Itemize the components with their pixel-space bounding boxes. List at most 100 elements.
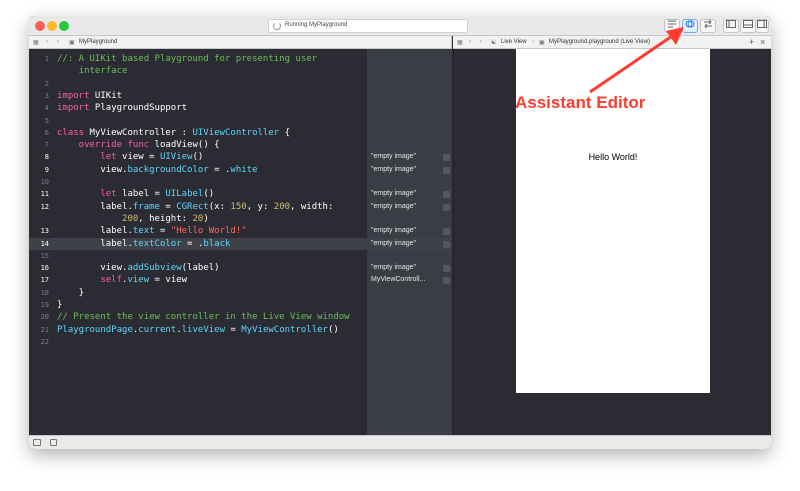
code-line[interactable]: 6 class MyViewController : UIViewControll… bbox=[29, 127, 452, 139]
code-text: } bbox=[57, 300, 63, 310]
code-text: //: A UIKit based Playground for present… bbox=[57, 54, 318, 64]
line-number: 18 bbox=[40, 288, 49, 297]
live-view-icon: ☯ bbox=[491, 40, 497, 46]
code-text: 200, height: 20) bbox=[122, 213, 209, 224]
code-line[interactable]: 5 bbox=[29, 115, 452, 127]
separator-chevron-icon: › bbox=[532, 39, 534, 45]
code-text: // Present the view controller in the Li… bbox=[57, 312, 350, 323]
result-value[interactable]: MyViewControll... bbox=[371, 274, 450, 286]
line-number: 1 bbox=[44, 55, 49, 63]
code-line[interactable]: 19} bbox=[29, 299, 452, 311]
code-text: label.textColor = .black bbox=[57, 238, 231, 249]
quick-look-icon[interactable] bbox=[443, 191, 450, 199]
code-line[interactable]: 200, height: 20) bbox=[29, 213, 452, 225]
result-value[interactable]: "empty image" bbox=[371, 262, 450, 274]
playground-file-icon: ▣ bbox=[539, 40, 545, 46]
code-line[interactable]: 15 bbox=[29, 250, 452, 262]
line-number: 3 bbox=[44, 91, 49, 100]
line-number: 2 bbox=[44, 79, 49, 88]
forward-chevron-icon[interactable]: › bbox=[480, 39, 482, 45]
quick-look-icon[interactable] bbox=[443, 277, 450, 285]
activity-spinner-icon bbox=[273, 22, 281, 30]
bottom-panel-icon bbox=[743, 20, 753, 28]
quick-look-icon[interactable] bbox=[443, 228, 450, 236]
code-line[interactable]: 22 bbox=[29, 336, 452, 348]
code-text: self.view = view bbox=[57, 275, 188, 286]
code-line[interactable]: 18 } bbox=[29, 287, 452, 299]
code-line[interactable]: 1 //: A UIKit based Playground for presen… bbox=[29, 53, 452, 65]
line-number: 9 bbox=[44, 165, 49, 174]
code-text: override func loadView() { bbox=[57, 140, 220, 151]
result-value[interactable]: "empty image" bbox=[371, 238, 450, 250]
result-value[interactable]: "empty image" bbox=[371, 201, 450, 213]
close-editor-button[interactable]: × bbox=[760, 37, 765, 47]
run-playground-icon[interactable] bbox=[50, 439, 57, 446]
back-chevron-icon[interactable]: ‹ bbox=[46, 39, 48, 45]
line-number: 16 bbox=[40, 264, 49, 273]
hide-debug-area-icon[interactable] bbox=[33, 439, 41, 446]
left-panel-icon bbox=[726, 20, 736, 28]
swap-arrows-icon bbox=[704, 19, 712, 29]
playground-file-icon: ▣ bbox=[69, 40, 75, 46]
code-text: label.text = "Hello World!" bbox=[57, 226, 247, 237]
line-number: 19 bbox=[40, 301, 49, 309]
result-value[interactable]: "empty image" bbox=[371, 225, 450, 237]
activity-status: Running MyPlayground bbox=[268, 19, 468, 33]
line-number: 21 bbox=[40, 325, 49, 334]
code-line[interactable]: 21 PlaygroundPage.current.liveView = MyVi… bbox=[29, 324, 452, 336]
hello-world-label: Hello World! bbox=[588, 152, 638, 162]
line-number: 14 bbox=[40, 239, 49, 248]
line-number: 5 bbox=[44, 116, 49, 125]
result-value[interactable]: "empty image" bbox=[371, 164, 450, 176]
code-line[interactable]: interface bbox=[29, 65, 452, 77]
quick-look-icon[interactable] bbox=[443, 203, 450, 211]
version-editor-button[interactable] bbox=[700, 19, 716, 33]
minimize-window-button[interactable] bbox=[47, 21, 57, 31]
line-number: 15 bbox=[40, 251, 49, 260]
line-number: 13 bbox=[40, 227, 49, 236]
code-text: PlaygroundPage.current.liveView = MyView… bbox=[57, 324, 339, 335]
code-line[interactable]: 10 bbox=[29, 176, 452, 188]
line-number: 20 bbox=[40, 313, 49, 322]
code-line[interactable]: 7 override func loadView() { bbox=[29, 139, 452, 151]
line-number: 8 bbox=[44, 153, 49, 162]
back-chevron-icon[interactable]: ‹ bbox=[469, 39, 471, 45]
status-text: Running MyPlayground bbox=[285, 22, 348, 28]
quick-look-icon[interactable] bbox=[443, 240, 450, 248]
editor-jump-bar: ▦ ‹ › ▣ MyPlayground bbox=[29, 36, 452, 49]
code-line[interactable]: 4 import PlaygroundSupport bbox=[29, 102, 452, 114]
line-number: 17 bbox=[40, 276, 49, 285]
code-text: import PlaygroundSupport bbox=[57, 103, 188, 114]
line-number: 11 bbox=[40, 190, 49, 199]
code-line[interactable]: 20 // Present the view controller in the … bbox=[29, 311, 452, 323]
line-number: 22 bbox=[40, 337, 49, 346]
debug-bar bbox=[29, 435, 771, 449]
code-text: interface bbox=[57, 66, 128, 77]
toggle-inspector-button[interactable] bbox=[755, 19, 769, 33]
code-text: class MyViewController : UIViewControlle… bbox=[57, 127, 291, 138]
related-items-icon[interactable]: ▦ bbox=[33, 39, 39, 46]
result-value[interactable]: "empty image" bbox=[371, 151, 450, 163]
toggle-navigator-button[interactable] bbox=[723, 19, 739, 33]
quick-look-icon[interactable] bbox=[443, 154, 450, 162]
code-text: let view = UIView() bbox=[57, 152, 204, 163]
live-view-label[interactable]: Live View bbox=[501, 39, 527, 45]
quick-look-icon[interactable] bbox=[443, 265, 450, 273]
zoom-window-button[interactable] bbox=[59, 21, 69, 31]
code-line[interactable]: 2 bbox=[29, 78, 452, 90]
line-number: 12 bbox=[40, 202, 49, 211]
forward-chevron-icon[interactable]: › bbox=[57, 39, 59, 45]
code-text: let label = UILabel() bbox=[57, 189, 215, 200]
close-window-button[interactable] bbox=[35, 21, 45, 31]
quick-look-icon[interactable] bbox=[443, 166, 450, 174]
code-text: } bbox=[57, 287, 85, 298]
result-value[interactable]: "empty image" bbox=[371, 188, 450, 200]
code-text: label.frame = CGRect(x: 150, y: 200, wid… bbox=[57, 201, 334, 212]
line-number: 6 bbox=[44, 128, 49, 137]
add-editor-button[interactable]: + bbox=[749, 37, 754, 47]
related-items-icon[interactable]: ▦ bbox=[457, 39, 463, 46]
code-line[interactable]: 3 import UIKit bbox=[29, 90, 452, 102]
code-text: view.addSubview(label) bbox=[57, 263, 220, 274]
toggle-debug-area-button[interactable] bbox=[740, 19, 756, 33]
jump-bar-file-name[interactable]: MyPlayground bbox=[79, 39, 117, 45]
